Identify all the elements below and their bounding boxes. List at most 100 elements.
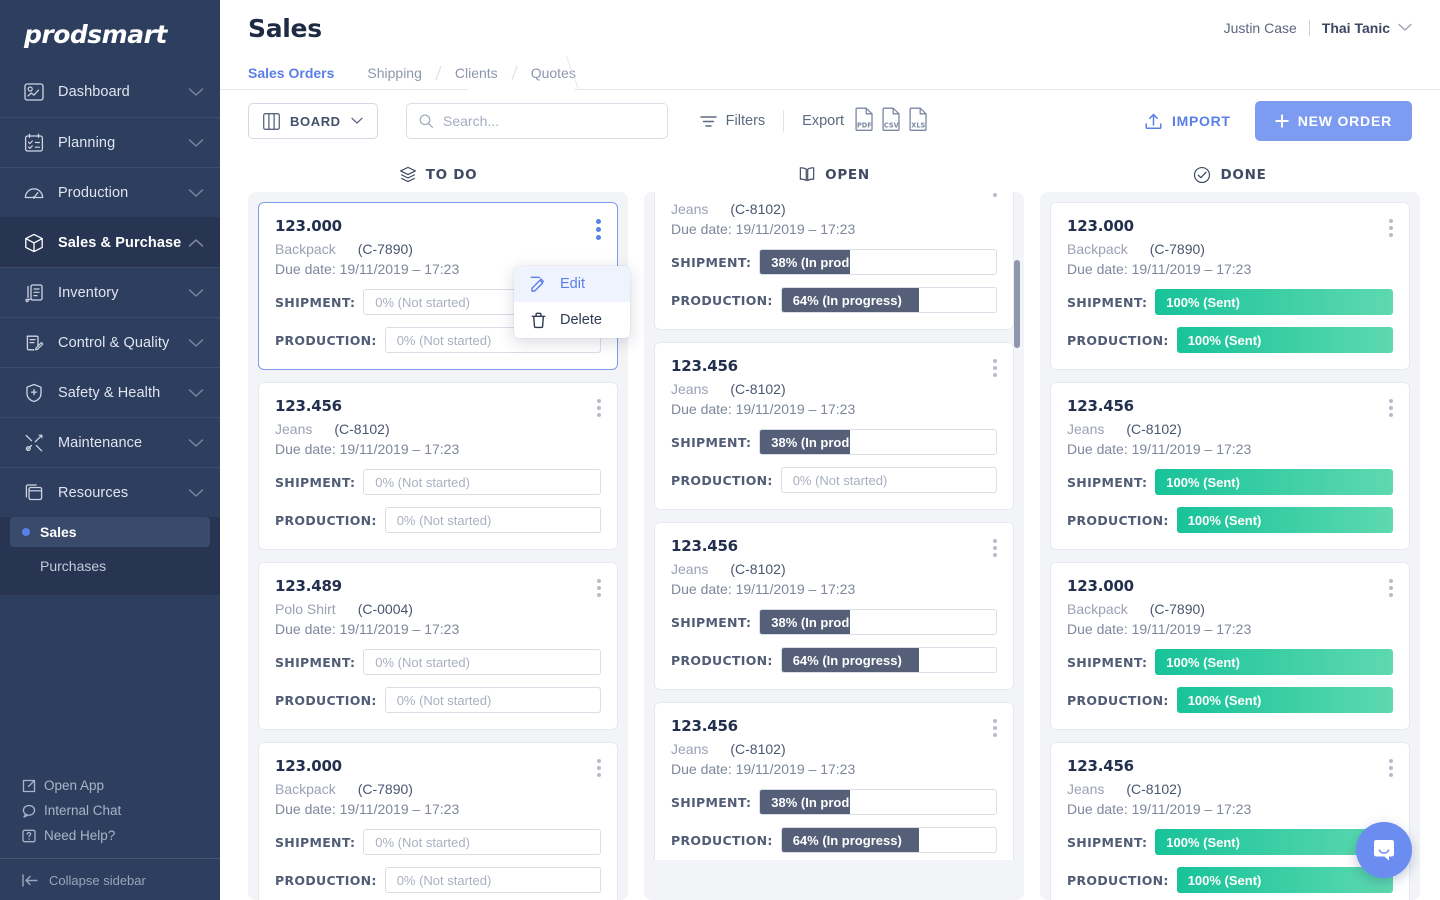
logo[interactable]: prodsmart bbox=[0, 0, 220, 67]
production-progress-text: 100% (Sent) bbox=[1187, 332, 1262, 348]
card-menu-button[interactable] bbox=[991, 537, 999, 559]
order-card[interactable]: 123.456 Jeans (C-8102) Due date: 19/11/2019… bbox=[654, 342, 1014, 510]
import-button[interactable]: IMPORT bbox=[1144, 112, 1231, 131]
context-menu-item-edit[interactable]: Edit bbox=[514, 266, 630, 302]
card-menu-button[interactable] bbox=[991, 192, 999, 199]
column-scroll-area[interactable]: 123.000 Backpack (C-7890) Due date: 19/11/2… bbox=[1050, 202, 1410, 900]
card-menu-button[interactable] bbox=[1387, 757, 1395, 779]
order-card[interactable]: 123.456 Jeans (C-8102) Due date: 19/11/2019… bbox=[1050, 742, 1410, 900]
context-menu-item-label: Edit bbox=[560, 276, 585, 292]
sidebar-item-maintenance[interactable]: Maintenance bbox=[0, 417, 220, 467]
card-menu-button[interactable] bbox=[594, 217, 603, 242]
order-card[interactable]: 123.456 Jeans (C-8102) Due date: 19/11/2019… bbox=[1050, 382, 1410, 550]
order-card[interactable]: 123.000 Backpack (C-7890) Due date: 19/11/2… bbox=[1050, 202, 1410, 370]
production-progress-bar[interactable]: 0% (Not started) bbox=[384, 867, 601, 893]
search-box[interactable] bbox=[405, 103, 668, 139]
sidebar-link-need-help[interactable]: Need Help? bbox=[22, 823, 220, 848]
order-card[interactable]: 123.456 Jeans (C-8102) Due date: 19/11/2019… bbox=[654, 192, 1014, 330]
shipment-progress-text: 0% (Not started) bbox=[375, 474, 470, 490]
shipment-progress-bar[interactable]: 0% (Not started) bbox=[363, 469, 601, 495]
production-progress-row: PRODUCTION: 0% (Not started) bbox=[275, 507, 601, 533]
product-name: Jeans bbox=[275, 421, 313, 437]
client-code: (C-7890) bbox=[1149, 601, 1205, 617]
production-progress-bar[interactable]: 100% (Sent) bbox=[1176, 687, 1393, 713]
org-name[interactable]: Thai Tanic bbox=[1322, 20, 1390, 36]
shipment-progress-bar[interactable]: 100% (Sent) bbox=[1155, 289, 1393, 315]
shipment-progress-text: 38% (In production) bbox=[771, 434, 893, 450]
production-progress-bar[interactable]: 0% (Not started) bbox=[384, 687, 601, 713]
production-progress-bar[interactable]: 64% (In progress) bbox=[780, 827, 997, 853]
card-menu-button[interactable] bbox=[595, 397, 603, 419]
production-progress-bar[interactable]: 100% (Sent) bbox=[1176, 327, 1393, 353]
production-progress-bar[interactable]: 100% (Sent) bbox=[1176, 507, 1393, 533]
new-order-button[interactable]: NEW ORDER bbox=[1254, 101, 1412, 141]
sidebar-item-control-quality[interactable]: Control & Quality bbox=[0, 317, 220, 367]
card-menu-button[interactable] bbox=[595, 577, 603, 599]
card-menu-button[interactable] bbox=[1387, 217, 1395, 239]
filters-button[interactable]: Filters bbox=[699, 113, 765, 129]
box-icon bbox=[22, 231, 46, 255]
shipment-progress-bar[interactable]: 38% (In production) bbox=[759, 429, 997, 455]
sidebar-item-dashboard[interactable]: Dashboard bbox=[0, 67, 220, 117]
production-progress-bar[interactable]: 64% (In progress) bbox=[780, 287, 997, 313]
chevron-down-icon[interactable] bbox=[1398, 19, 1412, 37]
export-xls-icon[interactable]: XLS bbox=[908, 107, 929, 136]
production-progress-row: PRODUCTION: 64% (In progress) bbox=[671, 287, 997, 313]
shipment-progress-bar[interactable]: 38% (In production) bbox=[759, 249, 997, 275]
sidebar-link-open-app[interactable]: Open App bbox=[22, 773, 220, 798]
tab-shipping[interactable]: Shipping bbox=[351, 56, 438, 90]
topbar-right: Justin Case Thai Tanic bbox=[1224, 19, 1412, 37]
card-menu-button[interactable] bbox=[991, 717, 999, 739]
sidebar-item-safety-health[interactable]: Safety & Health bbox=[0, 367, 220, 417]
client-code: (C-8102) bbox=[1126, 421, 1182, 437]
active-dot-icon bbox=[22, 528, 30, 536]
sidebar-subitem-sales[interactable]: Sales bbox=[10, 517, 210, 547]
export-csv-icon[interactable]: CSV bbox=[881, 107, 902, 136]
kanban-column-open: OPEN 123.456 Jeans (C-8102) Due date: 19/11/… bbox=[644, 158, 1024, 900]
production-progress-bar[interactable]: 0% (Not started) bbox=[384, 507, 601, 533]
shipment-progress-row: SHIPMENT: 38% (In production) bbox=[671, 429, 997, 455]
sidebar-subitem-purchases[interactable]: Purchases bbox=[10, 551, 210, 581]
sidebar-link-internal-chat[interactable]: Internal Chat bbox=[22, 798, 220, 823]
chat-widget-button[interactable] bbox=[1356, 822, 1412, 878]
production-progress-bar[interactable]: 0% (Not started) bbox=[780, 467, 997, 493]
shipment-progress-bar[interactable]: 100% (Sent) bbox=[1155, 469, 1393, 495]
column-scroll-area[interactable]: 123.456 Jeans (C-8102) Due date: 19/11/2019… bbox=[654, 192, 1014, 860]
planning-icon bbox=[22, 131, 46, 155]
card-menu-button[interactable] bbox=[595, 757, 603, 779]
svg-text:PDF: PDF bbox=[857, 121, 872, 129]
card-menu-button[interactable] bbox=[991, 357, 999, 379]
order-card[interactable]: 123.456 Jeans (C-8102) Due date: 19/11/2019… bbox=[258, 382, 618, 550]
sidebar-item-inventory[interactable]: Inventory bbox=[0, 267, 220, 317]
sidebar-item-resources[interactable]: Resources bbox=[0, 467, 220, 517]
card-menu-button[interactable] bbox=[1387, 397, 1395, 419]
product-name: Backpack bbox=[275, 241, 336, 257]
order-id: 123.456 bbox=[671, 192, 997, 195]
order-card[interactable]: 123.456 Jeans (C-8102) Due date: 19/11/2019… bbox=[654, 522, 1014, 690]
production-progress-bar[interactable]: 100% (Sent) bbox=[1176, 867, 1393, 893]
tab-clients[interactable]: Clients bbox=[439, 56, 514, 90]
shipment-progress-bar[interactable]: 100% (Sent) bbox=[1155, 649, 1393, 675]
order-card[interactable]: 123.000 Backpack (C-7890) Due date: 19/11/2… bbox=[258, 742, 618, 900]
export-label: Export bbox=[802, 113, 845, 129]
tab-sales-orders[interactable]: Sales Orders bbox=[248, 56, 350, 90]
collapse-sidebar-button[interactable]: Collapse sidebar bbox=[0, 858, 220, 888]
order-card[interactable]: 123.000 Backpack (C-7890) Due date: 19/11/2… bbox=[1050, 562, 1410, 730]
shipment-progress-bar[interactable]: 0% (Not started) bbox=[363, 649, 601, 675]
order-id: 123.456 bbox=[1067, 397, 1134, 415]
export-pdf-icon[interactable]: PDF bbox=[854, 107, 875, 136]
search-input[interactable] bbox=[443, 113, 655, 129]
order-card[interactable]: 123.489 Polo Shirt (C-0004) Due date: 19/11… bbox=[258, 562, 618, 730]
view-mode-button[interactable]: BOARD bbox=[248, 103, 378, 139]
sidebar-item-production[interactable]: Production bbox=[0, 167, 220, 217]
context-menu-item-delete[interactable]: Delete bbox=[514, 302, 630, 338]
sidebar-item-planning[interactable]: Planning bbox=[0, 117, 220, 167]
order-card[interactable]: 123.456 Jeans (C-8102) Due date: 19/11/2019… bbox=[654, 702, 1014, 860]
shipment-progress-bar[interactable]: 38% (In production) bbox=[759, 609, 997, 635]
card-menu-button[interactable] bbox=[1387, 577, 1395, 599]
shipment-progress-bar[interactable]: 38% (In production) bbox=[759, 789, 997, 815]
sidebar-item-sales-purchase[interactable]: Sales & Purchase bbox=[0, 217, 220, 267]
production-progress-bar[interactable]: 64% (In progress) bbox=[780, 647, 997, 673]
column-scrollbar[interactable] bbox=[1014, 260, 1020, 348]
shipment-progress-bar[interactable]: 0% (Not started) bbox=[363, 829, 601, 855]
